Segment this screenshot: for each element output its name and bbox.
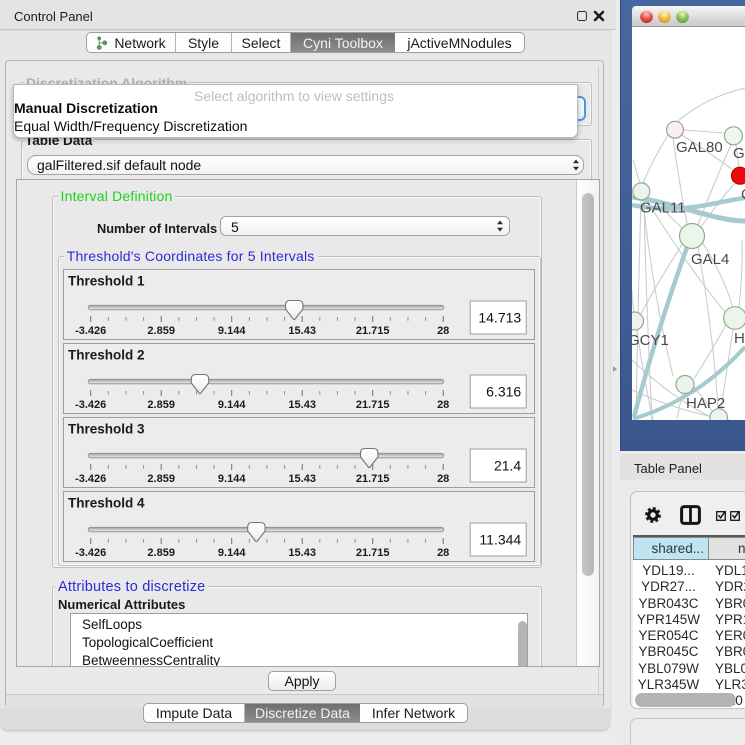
- svg-text:GAL11: GAL11: [640, 200, 686, 217]
- svg-text:Threshold 1: Threshold 1: [68, 273, 145, 288]
- svg-text:Threshold 3: Threshold 3: [68, 421, 145, 436]
- svg-text:15.43: 15.43: [288, 547, 316, 559]
- svg-text:11.344: 11.344: [479, 531, 521, 547]
- svg-text:28: 28: [437, 325, 449, 337]
- svg-text:H: H: [734, 330, 745, 347]
- svg-text:21.715: 21.715: [356, 473, 390, 485]
- svg-text:21.715: 21.715: [356, 547, 390, 559]
- svg-text:Threshold 2: Threshold 2: [68, 347, 145, 362]
- svg-text:9.144: 9.144: [218, 399, 246, 411]
- svg-text:C: C: [741, 186, 745, 203]
- svg-text:14.713: 14.713: [478, 309, 521, 325]
- svg-text:15.43: 15.43: [288, 325, 316, 337]
- svg-text:6.316: 6.316: [486, 383, 521, 399]
- svg-text:21.715: 21.715: [356, 399, 390, 411]
- svg-text:Threshold 4: Threshold 4: [68, 495, 145, 510]
- svg-text:9.144: 9.144: [218, 325, 246, 337]
- svg-text:HAP2: HAP2: [686, 395, 725, 412]
- svg-text:-3.426: -3.426: [75, 473, 106, 485]
- svg-text:G.: G.: [733, 145, 745, 162]
- svg-text:GAL4: GAL4: [691, 251, 729, 268]
- svg-text:28: 28: [437, 399, 449, 411]
- svg-text:21.715: 21.715: [356, 325, 390, 337]
- svg-text:-3.426: -3.426: [75, 547, 106, 559]
- svg-text:GAL80: GAL80: [676, 139, 723, 156]
- svg-text:9.144: 9.144: [218, 547, 246, 559]
- svg-text:28: 28: [437, 547, 449, 559]
- svg-text:15.43: 15.43: [288, 473, 316, 485]
- svg-text:21.4: 21.4: [494, 457, 521, 473]
- svg-text:2.859: 2.859: [147, 325, 175, 337]
- svg-text:GCY1: GCY1: [632, 332, 669, 349]
- svg-text:15.43: 15.43: [288, 399, 316, 411]
- svg-text:-3.426: -3.426: [75, 325, 106, 337]
- svg-text:28: 28: [437, 473, 449, 485]
- svg-text:-3.426: -3.426: [75, 399, 106, 411]
- svg-text:9.144: 9.144: [218, 473, 246, 485]
- svg-text:2.859: 2.859: [147, 399, 175, 411]
- svg-text:2.859: 2.859: [147, 473, 175, 485]
- svg-text:2.859: 2.859: [147, 547, 175, 559]
